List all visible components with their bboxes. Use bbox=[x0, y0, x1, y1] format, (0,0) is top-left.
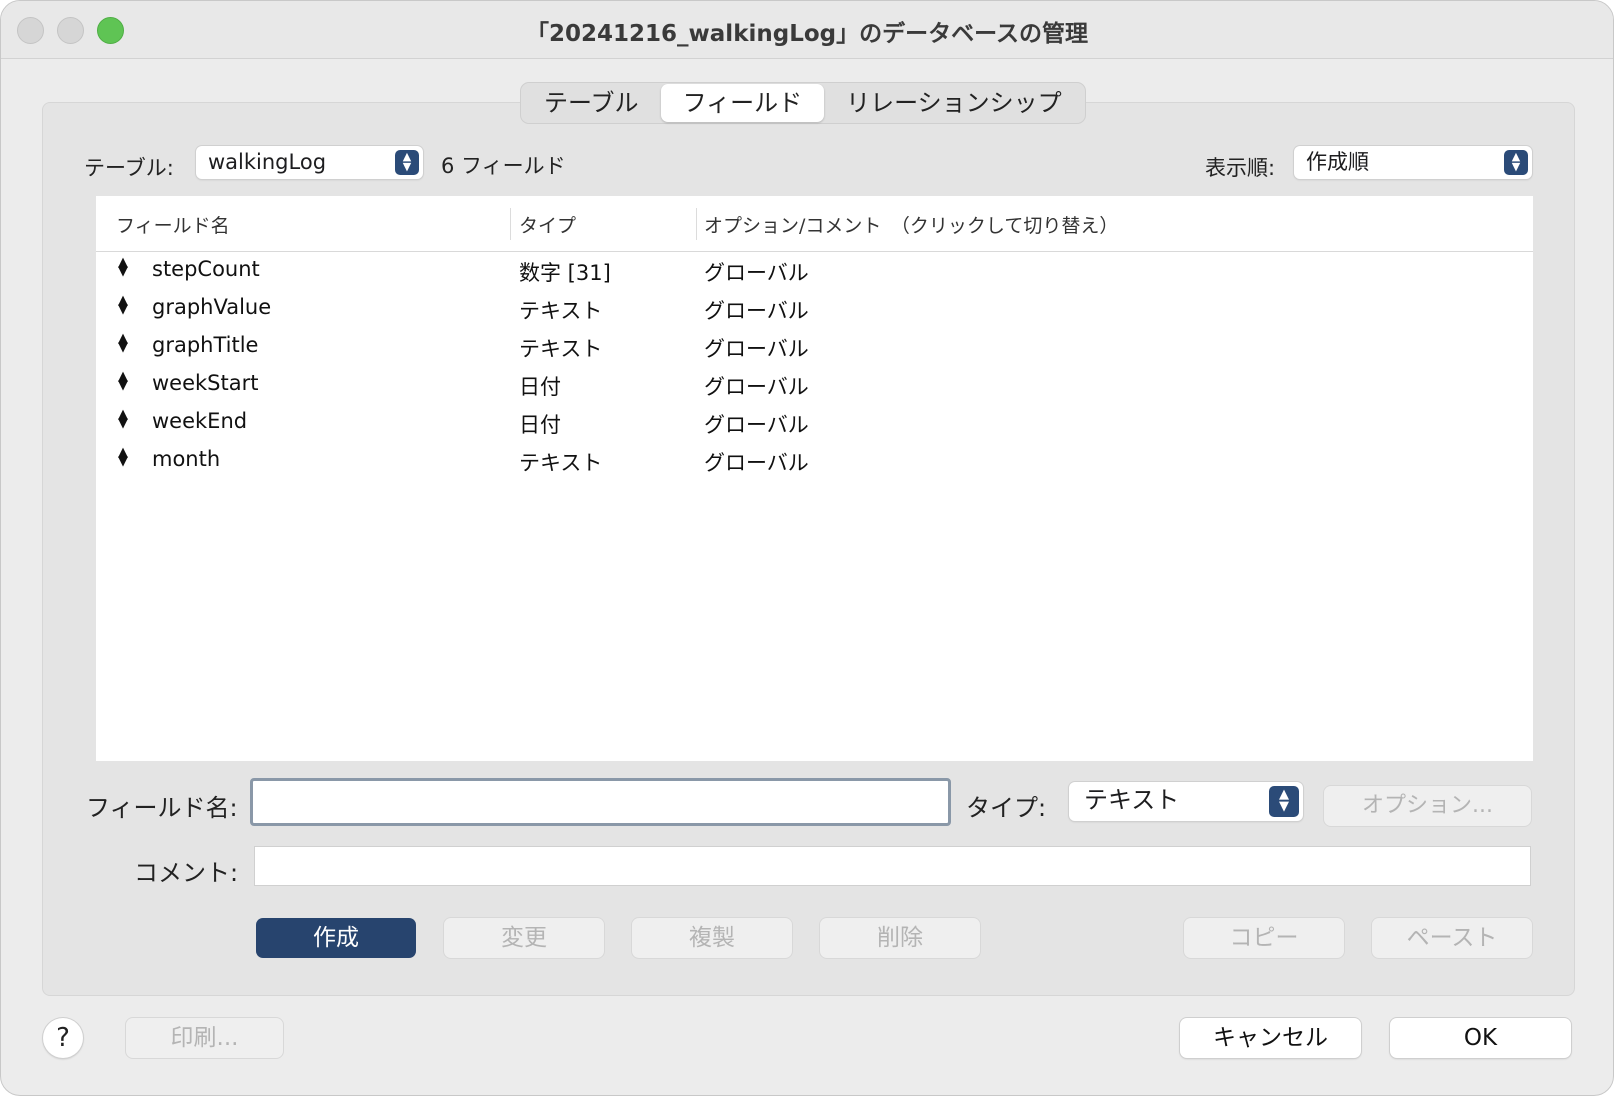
print-button[interactable]: 印刷... bbox=[126, 1018, 283, 1058]
table-select[interactable]: walkingLog ▲ ▼ bbox=[196, 146, 423, 179]
table-select-value: walkingLog bbox=[208, 150, 327, 174]
field-type-cell: テキスト bbox=[519, 451, 603, 475]
help-button[interactable]: ? bbox=[43, 1018, 83, 1058]
change-button[interactable]: 変更 bbox=[444, 918, 604, 958]
create-button[interactable]: 作成 bbox=[256, 918, 416, 958]
view-order-label: 表示順: bbox=[1205, 156, 1276, 180]
table-row[interactable]: ▲ ▼ graphTitle テキスト グローバル bbox=[96, 327, 1533, 365]
tab-tables[interactable]: テーブル bbox=[522, 84, 661, 122]
table-row[interactable]: ▲ ▼ graphValue テキスト グローバル bbox=[96, 289, 1533, 327]
field-name-cell: graphTitle bbox=[152, 333, 259, 357]
comment-input[interactable] bbox=[254, 846, 1531, 886]
field-name-cell: weekStart bbox=[152, 371, 259, 395]
options-button[interactable]: オプション... bbox=[1324, 786, 1531, 826]
copy-button[interactable]: コピー bbox=[1184, 918, 1344, 958]
drag-handle-icon[interactable]: ▲ ▼ bbox=[118, 294, 128, 316]
field-list-table: フィールド名 タイプ オプション/コメント （クリックして切り替え） ▲ ▼ st… bbox=[96, 196, 1533, 761]
type-label: タイプ: bbox=[966, 794, 1047, 822]
field-type-cell: 日付 bbox=[519, 413, 561, 437]
field-option-cell: グローバル bbox=[704, 261, 809, 285]
drag-handle-icon[interactable]: ▲ ▼ bbox=[118, 408, 128, 430]
field-name-cell: stepCount bbox=[152, 257, 260, 281]
field-name-input[interactable] bbox=[250, 778, 951, 826]
chevron-updown-icon: ▲ ▼ bbox=[395, 150, 419, 175]
field-name-cell: month bbox=[152, 447, 221, 471]
column-header-field-name[interactable]: フィールド名 bbox=[116, 211, 230, 238]
field-name-cell: graphValue bbox=[152, 295, 272, 319]
column-divider[interactable] bbox=[696, 208, 697, 240]
duplicate-button[interactable]: 複製 bbox=[632, 918, 792, 958]
table-row[interactable]: ▲ ▼ month テキスト グローバル bbox=[96, 441, 1533, 479]
column-header-options[interactable]: オプション/コメント （クリックして切り替え） bbox=[704, 211, 1118, 238]
field-type-cell: テキスト bbox=[519, 337, 603, 361]
window-title: 「20241216_walkingLog」のデータベースの管理 bbox=[526, 21, 1088, 47]
view-order-select[interactable]: 作成順 ▲ ▼ bbox=[1294, 146, 1532, 179]
manage-database-window: 「20241216_walkingLog」のデータベースの管理 テーブル フィー… bbox=[0, 0, 1614, 1096]
field-option-cell: グローバル bbox=[704, 413, 809, 437]
field-type-value: テキスト bbox=[1084, 786, 1180, 814]
field-name-label: フィールド名: bbox=[86, 794, 238, 822]
comment-label: コメント: bbox=[134, 859, 239, 887]
field-option-cell: グローバル bbox=[704, 299, 809, 323]
drag-handle-icon[interactable]: ▲ ▼ bbox=[118, 256, 128, 278]
chevron-updown-icon: ▲ ▼ bbox=[1269, 786, 1299, 817]
ok-button[interactable]: OK bbox=[1390, 1018, 1571, 1058]
field-option-cell: グローバル bbox=[704, 451, 809, 475]
paste-button[interactable]: ペースト bbox=[1372, 918, 1532, 958]
title-bar: 「20241216_walkingLog」のデータベースの管理 bbox=[1, 1, 1613, 59]
table-row[interactable]: ▲ ▼ weekEnd 日付 グローバル bbox=[96, 403, 1533, 441]
field-option-cell: グローバル bbox=[704, 375, 809, 399]
drag-handle-icon[interactable]: ▲ ▼ bbox=[118, 332, 128, 354]
table-row[interactable]: ▲ ▼ weekStart 日付 グローバル bbox=[96, 365, 1533, 403]
field-type-cell: 数字 [31] bbox=[519, 261, 611, 285]
tab-relationships[interactable]: リレーションシップ bbox=[824, 84, 1084, 122]
field-name-cell: weekEnd bbox=[152, 409, 248, 433]
field-count: 6 フィールド bbox=[441, 154, 566, 178]
table-row[interactable]: ▲ ▼ stepCount 数字 [31] グローバル bbox=[96, 251, 1533, 289]
column-header-type[interactable]: タイプ bbox=[519, 211, 576, 238]
field-option-cell: グローバル bbox=[704, 337, 809, 361]
field-type-cell: 日付 bbox=[519, 375, 561, 399]
table-select-label: テーブル: bbox=[84, 156, 174, 180]
tab-fields[interactable]: フィールド bbox=[660, 84, 825, 122]
delete-button[interactable]: 削除 bbox=[820, 918, 980, 958]
column-divider[interactable] bbox=[510, 208, 511, 240]
field-type-select[interactable]: テキスト ▲ ▼ bbox=[1069, 782, 1303, 821]
drag-handle-icon[interactable]: ▲ ▼ bbox=[118, 370, 128, 392]
chevron-updown-icon: ▲ ▼ bbox=[1504, 150, 1528, 175]
drag-handle-icon[interactable]: ▲ ▼ bbox=[118, 446, 128, 468]
field-type-cell: テキスト bbox=[519, 299, 603, 323]
tab-bar: テーブル フィールド リレーションシップ bbox=[520, 82, 1086, 124]
view-order-value: 作成順 bbox=[1306, 150, 1369, 174]
table-header: フィールド名 タイプ オプション/コメント （クリックして切り替え） bbox=[96, 196, 1533, 252]
cancel-button[interactable]: キャンセル bbox=[1180, 1018, 1361, 1058]
